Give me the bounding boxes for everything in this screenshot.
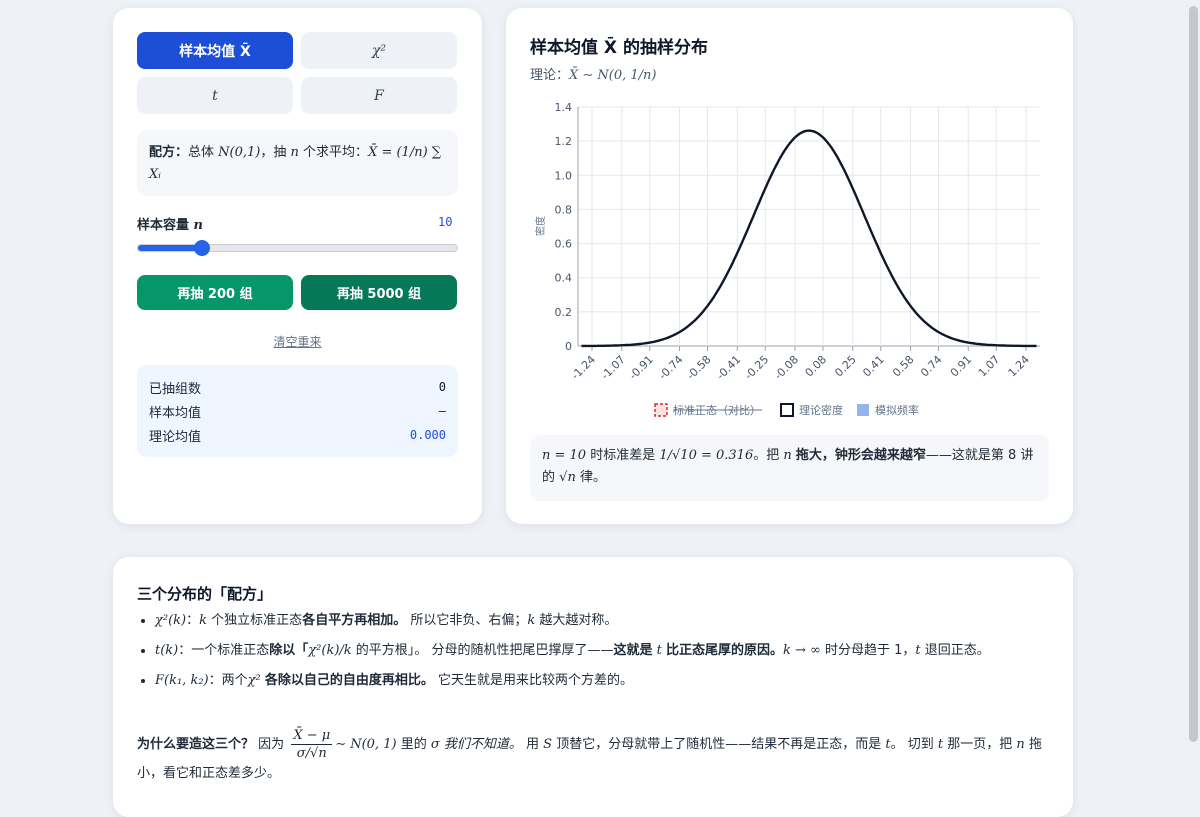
chart-title: 样本均值 X̄ 的抽样分布: [530, 38, 708, 58]
tab-chi-square[interactable]: χ²: [301, 32, 457, 69]
x-tick-label: -0.25: [742, 353, 771, 382]
y-tick-label: 1.0: [555, 169, 573, 182]
x-tick-label: 1.07: [976, 353, 1003, 380]
recipes-panel: 三个分布的「配方」 χ²(k)：k 个独立标准正态各自平方再相加。 所以它非负、…: [113, 557, 1073, 817]
recipe-item-chi-square: χ²(k)：k 个独立标准正态各自平方再相加。 所以它非负、右偏；k 越大越对称…: [155, 609, 1067, 632]
y-tick-label: 1.4: [555, 101, 573, 114]
recipes-title: 三个分布的「配方」: [137, 585, 273, 603]
x-tick-label: -0.41: [714, 353, 743, 382]
x-tick-label: -0.91: [627, 353, 656, 382]
slider-fill: [138, 245, 202, 251]
tab-sample-mean[interactable]: 样本均值 X̄: [137, 32, 293, 69]
recipe-item-t: t(k)：一个标准正态除以「χ²(k)/k 的平方根」。 分母的随机性把尾巴撑厚…: [155, 639, 1067, 662]
x-tick-label: -1.24: [569, 353, 598, 382]
standardize-fraction: X̄ − μ σ/√n: [291, 728, 333, 761]
sample-size-slider[interactable]: [137, 240, 458, 256]
chart-note: n = 10 时标准差是 1/√10 = 0.316。把 n 拖大，钟形会越来越…: [530, 435, 1049, 501]
recipe-label: 配方：: [149, 145, 189, 160]
control-panel: 样本均值 X̄ χ² t F 配方：总体 N(0,1)，抽 n 个求平均：X̄ …: [113, 8, 482, 524]
stats-box: 已抽组数 0 样本均值 – 理论均值 0.000: [137, 365, 458, 457]
x-tick-label: 0.08: [803, 353, 830, 380]
reset-link[interactable]: 清空重来: [137, 333, 458, 350]
x-tick-label: 0.41: [860, 353, 887, 380]
legend-swatch-sim: [857, 404, 869, 416]
x-tick-label: -0.08: [772, 353, 801, 382]
x-tick-label: -1.07: [599, 353, 628, 382]
legend-label-sim: 模拟频率: [875, 403, 919, 417]
x-tick-label: 0.91: [948, 353, 975, 380]
recipes-list: χ²(k)：k 个独立标准正态各自平方再相加。 所以它非负、右偏；k 越大越对称…: [137, 609, 1067, 699]
density-chart: 00.20.40.60.81.01.21.4 -1.24 -1.07-0.91 -0…: [534, 101, 1040, 417]
page-scrollbar[interactable]: [1189, 6, 1198, 742]
chart-panel: 样本均值 X̄ 的抽样分布 理论：X̄ ∼ N(0, 1/n) 0 0.2 0.4 0…: [506, 8, 1073, 524]
x-ticks: -1.24 -1.07-0.91 -0.74-0.58 -0.41-0.25 -0.08…: [569, 353, 1032, 382]
y-axis-label: 密度: [534, 216, 547, 236]
y-tick-label: 0.4: [555, 272, 573, 285]
stat-draws-value: 0: [438, 380, 446, 394]
y-tick-label: 0.6: [555, 238, 573, 251]
stat-theory-mean-value: 0.000: [409, 428, 446, 442]
x-tick-label: -0.58: [684, 353, 713, 382]
chart-grid: [577, 106, 1040, 351]
recipe-population: N(0,1): [218, 145, 261, 160]
chart-subtitle: 理论：X̄ ∼ N(0, 1/n): [530, 68, 657, 83]
recipe-text: 总体: [188, 145, 215, 160]
y-tick-label: 1.2: [555, 135, 573, 148]
sample-size-label: 样本容量 n: [137, 218, 203, 233]
tab-t[interactable]: t: [137, 77, 293, 114]
legend-swatch-normal: [654, 403, 668, 417]
recipe-box: 配方：总体 N(0,1)，抽 n 个求平均：X̄ = (1/n) ∑ Xᵢ: [137, 130, 458, 196]
y-tick-label: 0.8: [555, 203, 573, 216]
x-tick-label: 1.24: [1006, 353, 1033, 380]
x-tick-label: 0.74: [918, 353, 945, 380]
draw-5000-button[interactable]: 再抽 5000 组: [301, 275, 457, 310]
sample-size-value: 10: [438, 215, 453, 229]
tab-f[interactable]: F: [301, 77, 457, 114]
y-tick-label: 0.2: [555, 306, 573, 319]
legend-swatch-theory: [780, 403, 794, 417]
y-ticks: 0 0.2 0.4 0.6 0.8 1.0 1.2 1.4: [555, 101, 573, 353]
legend-label-theory: 理论密度: [799, 403, 843, 417]
why-paragraph: 为什么要造这三个？ 因为 X̄ − μ σ/√n ∼ N(0, 1) 里的 σ 我们…: [137, 728, 1042, 781]
x-tick-label: -0.74: [656, 353, 685, 382]
y-tick-label: 0: [565, 340, 572, 353]
slider-thumb[interactable]: [193, 240, 210, 256]
x-tick-label: 0.25: [832, 353, 859, 380]
stat-row-draws: 已抽组数 0: [149, 380, 446, 397]
stat-sample-mean-value: –: [438, 404, 446, 418]
draw-200-button[interactable]: 再抽 200 组: [137, 275, 293, 310]
stat-row-theory-mean: 理论均值 0.000: [149, 428, 446, 445]
x-tick-label: 0.58: [890, 353, 917, 380]
recipe-item-f: F(k₁, k₂)：两个χ² 各除以自己的自由度再相比。 它天生就是用来比较两个…: [155, 669, 1067, 692]
stat-row-sample-mean: 样本均值 –: [149, 404, 446, 421]
chart-legend: 标准正态（对比） 理论密度 模拟频率: [654, 403, 919, 417]
